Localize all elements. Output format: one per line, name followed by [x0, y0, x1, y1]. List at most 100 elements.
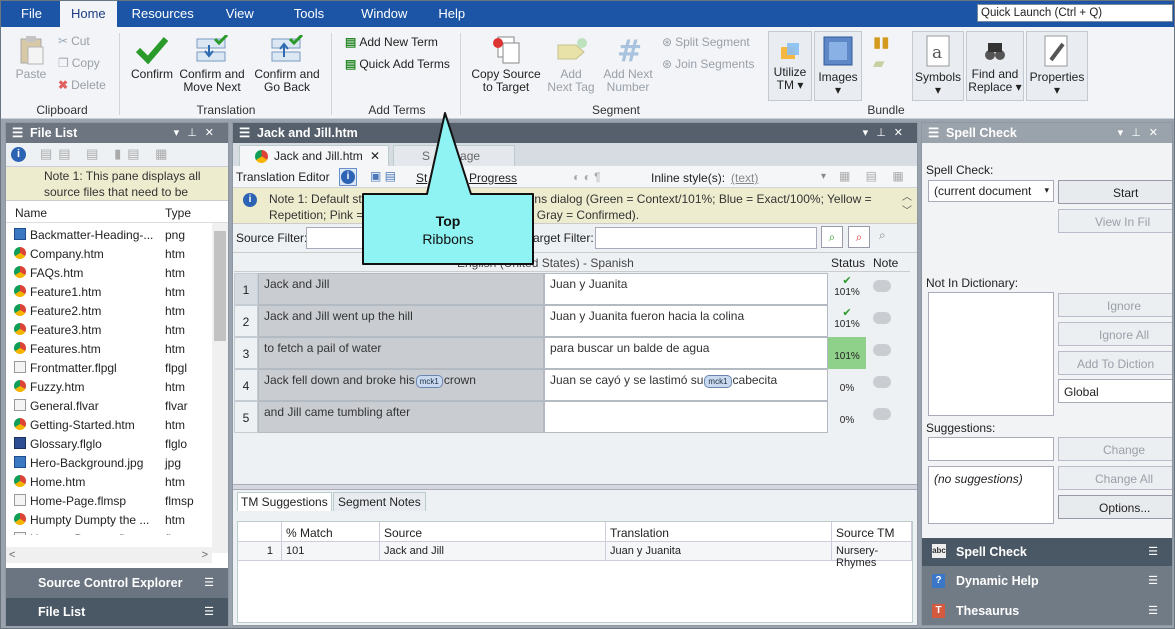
- file-list-item[interactable]: Fuzzy.htm htm: [6, 377, 210, 396]
- info-icon[interactable]: i: [11, 147, 26, 162]
- source-cell[interactable]: Jack fell down and broke his mck1 crown: [258, 369, 544, 401]
- col-note[interactable]: Note: [873, 256, 898, 270]
- spell-check-tab[interactable]: abc Spell Check ☰: [922, 538, 1172, 566]
- file-list-bottom-tab[interactable]: File List ☰: [6, 598, 228, 626]
- tm-column-header[interactable]: Source TM: [832, 522, 912, 542]
- confirm-button[interactable]: Confirm: [128, 35, 176, 81]
- file-list-item[interactable]: Company.htm htm: [6, 244, 210, 263]
- file-list-item[interactable]: Glossary.flglo flglo: [6, 434, 210, 453]
- source-cell[interactable]: to fetch a pail of water: [258, 337, 544, 369]
- segment-number[interactable]: 1: [234, 273, 258, 305]
- quick-add-terms-button[interactable]: ▤ Quick Add Terms: [345, 57, 450, 71]
- search-icon[interactable]: ⌕: [821, 226, 843, 248]
- source-cell[interactable]: and Jill came tumbling after: [258, 401, 544, 433]
- file-list-item[interactable]: Feature2.htm htm: [6, 301, 210, 320]
- file-list-item[interactable]: Home.htm htm: [6, 472, 210, 491]
- add-new-term-button[interactable]: ▤ Add New Term: [345, 35, 438, 49]
- file-list-item[interactable]: Feature3.htm htm: [6, 320, 210, 339]
- menu-resources[interactable]: Resources: [117, 1, 209, 27]
- tm-cell[interactable]: Juan y Juanita: [606, 542, 832, 561]
- text-style-button[interactable]: (text): [731, 171, 758, 185]
- add-next-number-button[interactable]: # Add Next Number: [599, 35, 657, 94]
- document-select[interactable]: (current document ▾: [928, 180, 1054, 202]
- copy-source-to-target-button[interactable]: Copy Source to Target: [469, 35, 543, 94]
- utilize-tm-button[interactable]: Utilize TM ▾: [768, 41, 812, 92]
- pane-controls[interactable]: ▾⊥✕: [174, 123, 222, 143]
- split-segment-button[interactable]: ⊛ Split Segment: [662, 35, 750, 49]
- tm-cell[interactable]: 101: [282, 542, 380, 561]
- copy-button[interactable]: ❐ Copy: [58, 56, 100, 70]
- tm-cell[interactable]: 1: [238, 542, 282, 561]
- tm-cell[interactable]: Nursery-Rhymes: [832, 542, 912, 569]
- tm-column-header[interactable]: Source: [380, 522, 606, 542]
- horizontal-scrollbar[interactable]: < >: [6, 547, 212, 563]
- info-icon[interactable]: i: [339, 168, 357, 186]
- menu-file[interactable]: File: [1, 1, 60, 27]
- source-cell[interactable]: Jack and Jill: [258, 273, 544, 305]
- menu-window[interactable]: Window: [347, 1, 421, 27]
- confirm-go-back-button[interactable]: Confirm and Go Back: [253, 35, 321, 94]
- ignore-all-button[interactable]: Ignore All: [1058, 322, 1172, 346]
- target-cell[interactable]: para buscar un balde de agua: [544, 337, 828, 369]
- target-filter-input[interactable]: [595, 227, 817, 249]
- suggestions-list[interactable]: (no suggestions): [928, 466, 1054, 524]
- tm-column-header[interactable]: [238, 522, 282, 542]
- file-list-item[interactable]: Frontmatter.flpgl flpgl: [6, 358, 210, 377]
- vertical-scrollbar[interactable]: [212, 223, 228, 553]
- file-list-item[interactable]: General.flvar flvar: [6, 396, 210, 415]
- quick-launch-input[interactable]: Quick Launch (Ctrl + Q): [977, 4, 1173, 22]
- images-button[interactable]: Images ▾: [814, 34, 862, 97]
- file-list-item[interactable]: Humpty Dumpty the ... htm: [6, 510, 210, 529]
- pane-controls[interactable]: ▾⊥✕: [863, 123, 911, 143]
- tm-column-header[interactable]: % Match: [282, 522, 380, 542]
- menu-view[interactable]: View: [209, 1, 271, 27]
- file-list-item[interactable]: Home-Page.flmsp flmsp: [6, 491, 210, 510]
- target-cell[interactable]: Juan y Juanita fueron hacia la colina: [544, 305, 828, 337]
- segment-number[interactable]: 5: [234, 401, 258, 433]
- col-name[interactable]: Name: [15, 206, 47, 220]
- confirm-move-next-button[interactable]: Confirm and Move Next: [178, 35, 246, 94]
- toggle-icons[interactable]: ◐ ◐ ¶: [573, 170, 601, 184]
- file-list-item[interactable]: Backmatter-Heading-... png: [6, 225, 210, 244]
- note-scroll-icons[interactable]: ︿ ﹀: [902, 191, 912, 219]
- symbols-button[interactable]: a Symbols ▾: [912, 34, 964, 97]
- tm-cell[interactable]: Jack and Jill: [380, 542, 606, 561]
- pane-controls[interactable]: ▾⊥✕: [1118, 123, 1166, 143]
- source-filter-input[interactable]: [306, 227, 366, 249]
- inline-tag[interactable]: mck1: [704, 375, 732, 388]
- inline-tag[interactable]: mck1: [415, 375, 443, 388]
- find-replace-button[interactable]: Find and Replace ▾: [966, 41, 1024, 94]
- filter-icon[interactable]: ⌕: [879, 228, 886, 243]
- toolbar-icons[interactable]: ▤▤ ▤ ▮▤ ▦: [40, 146, 173, 162]
- source-cell[interactable]: Jack and Jill went up the hill: [258, 305, 544, 337]
- progress-link[interactable]: Progress: [469, 171, 517, 185]
- source-control-tab[interactable]: Source Control Explorer ☰: [6, 568, 228, 598]
- start-button[interactable]: Start: [1058, 180, 1172, 204]
- clear-search-icon[interactable]: ⌕: [848, 226, 870, 248]
- properties-button[interactable]: Properties ▾: [1026, 34, 1088, 97]
- note-bubble-icon[interactable]: [873, 312, 891, 324]
- change-all-button[interactable]: Change All: [1058, 466, 1172, 490]
- join-segments-button[interactable]: ⊛ Join Segments: [662, 57, 754, 71]
- segment-number[interactable]: 3: [234, 337, 258, 369]
- add-next-tag-button[interactable]: Add Next Tag: [547, 35, 595, 94]
- tab-tm-suggestions[interactable]: TM Suggestions: [237, 492, 332, 511]
- st-link[interactable]: St: [416, 171, 427, 185]
- dictionary-select[interactable]: Global: [1058, 379, 1172, 403]
- tm-column-header[interactable]: Translation: [606, 522, 832, 542]
- menu-tools[interactable]: Tools: [271, 1, 347, 27]
- menu-help[interactable]: Help: [421, 1, 482, 27]
- add-to-dictionary-button[interactable]: Add To Diction: [1058, 351, 1172, 375]
- tab-second[interactable]: Sage: [393, 145, 515, 166]
- options-button[interactable]: Options...: [1058, 495, 1172, 519]
- file-list-item[interactable]: Feature1.htm htm: [6, 282, 210, 301]
- tab-jack-and-jill[interactable]: Jack and Jill.htm ✕: [239, 145, 389, 166]
- note-bubble-icon[interactable]: [873, 344, 891, 356]
- file-list-item[interactable]: Humpty Dumpty.fltoc fltoc: [6, 529, 210, 535]
- change-button[interactable]: Change: [1058, 437, 1172, 461]
- chevron-down-icon[interactable]: ▾: [821, 171, 826, 182]
- close-icon[interactable]: ✕: [370, 149, 380, 163]
- col-type[interactable]: Type: [165, 206, 191, 220]
- thesaurus-tab[interactable]: T Thesaurus ☰: [922, 596, 1172, 625]
- file-list-item[interactable]: FAQs.htm htm: [6, 263, 210, 282]
